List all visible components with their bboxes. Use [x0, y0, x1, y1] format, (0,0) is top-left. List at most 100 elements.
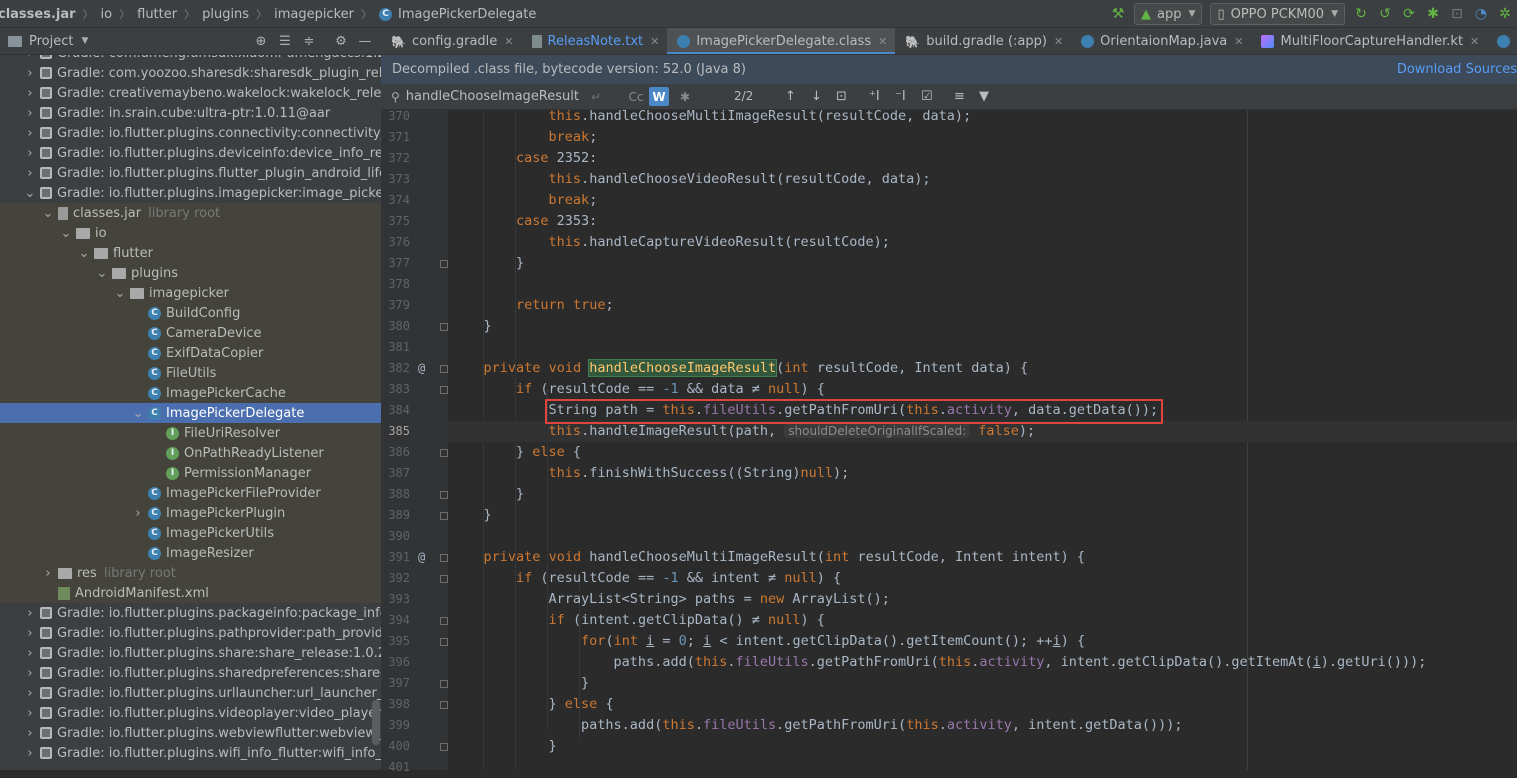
line-number[interactable]: 380 [381, 316, 410, 337]
line-number[interactable]: 377 [381, 253, 410, 274]
tree-item[interactable]: C ImageResizer [0, 543, 381, 563]
tree-item[interactable]: ⌄ Gradle: io.flutter.plugins.imagepicker:… [0, 183, 381, 203]
tree-item[interactable]: › res library root [0, 563, 381, 583]
tree-item[interactable]: ⌄ flutter [0, 243, 381, 263]
tree-item[interactable]: › Gradle: io.flutter.plugins.wifi_info_fl… [0, 743, 381, 763]
line-number[interactable]: 395 [381, 631, 410, 652]
line-number[interactable]: 391 [381, 547, 410, 568]
fold-marker-icon[interactable] [440, 680, 448, 688]
line-number[interactable]: 397 [381, 673, 410, 694]
tree-item[interactable]: › C ImagePickerPlugin [0, 503, 381, 523]
select-all-occurrences-icon[interactable]: ⊡ [836, 84, 847, 109]
arrow-down-icon[interactable]: ↓ [811, 84, 822, 109]
fold-marker-icon[interactable] [440, 449, 448, 457]
chevron-right-icon[interactable]: › [24, 726, 36, 741]
tree-item[interactable]: C ImagePickerCache [0, 383, 381, 403]
tree-item[interactable]: › Gradle: io.flutter.plugins.deviceinfo:d… [0, 143, 381, 163]
line-number[interactable]: 393 [381, 589, 410, 610]
tree-item[interactable]: › Gradle: io.flutter.plugins.webviewflutt… [0, 723, 381, 743]
editor-tab[interactable]: 🐘 config.gradle ✕ [381, 28, 522, 54]
override-marker-icon[interactable]: @ [418, 358, 425, 379]
tree-item[interactable]: › Gradle: io.flutter.plugins.share:share_… [0, 643, 381, 663]
chevron-right-icon[interactable]: › [24, 146, 36, 161]
tree-item[interactable]: › Gradle: creativemaybeno.wakelock:wakelo… [0, 83, 381, 103]
chevron-down-icon[interactable]: ⌄ [24, 186, 36, 201]
line-number[interactable]: 382 [381, 358, 410, 379]
chevron-down-icon[interactable]: ⌄ [78, 246, 90, 261]
line-number[interactable]: 388 [381, 484, 410, 505]
collapse-all-icon[interactable]: ≑ [297, 34, 321, 49]
expand-all-icon[interactable]: ☰ [273, 34, 297, 49]
locate-icon[interactable]: ⊕ [249, 34, 273, 49]
filter-icon[interactable]: ▼ [979, 84, 989, 109]
breadcrumb-item-jar[interactable]: classes.jar [0, 7, 76, 22]
device-select[interactable]: ▯ OPPO PCKM00 ▼ [1210, 3, 1345, 25]
tree-item[interactable]: › Gradle: in.srain.cube:ultra-ptr:1.0.11@… [0, 103, 381, 123]
fold-marker-icon[interactable] [440, 638, 448, 646]
line-number[interactable]: 370 [381, 106, 410, 127]
line-number[interactable]: 385 [381, 421, 410, 442]
line-number[interactable]: 399 [381, 715, 410, 736]
chevron-right-icon[interactable]: › [42, 566, 54, 581]
tree-item[interactable]: C ImagePickerFileProvider [0, 483, 381, 503]
close-icon[interactable]: ✕ [1054, 35, 1063, 48]
line-number[interactable]: 373 [381, 169, 410, 190]
project-view-select[interactable]: Project ▼ [8, 34, 88, 49]
hide-icon[interactable]: — [353, 34, 377, 49]
newline-icon[interactable]: ↵ [591, 90, 601, 104]
line-number[interactable]: 394 [381, 610, 410, 631]
chevron-right-icon[interactable]: › [24, 166, 36, 181]
chevron-right-icon[interactable]: › [24, 86, 36, 101]
chevron-right-icon[interactable]: › [24, 106, 36, 121]
line-number[interactable]: 389 [381, 505, 410, 526]
tree-item[interactable]: › Gradle: io.flutter.plugins.connectivity… [0, 123, 381, 143]
tree-item[interactable]: ⌄ io [0, 223, 381, 243]
tree-item[interactable]: I PermissionManager [0, 463, 381, 483]
chevron-right-icon[interactable]: › [24, 66, 36, 81]
download-sources-link[interactable]: Download Sources [1397, 62, 1517, 77]
chevron-right-icon[interactable]: › [24, 626, 36, 641]
line-number[interactable]: 398 [381, 694, 410, 715]
tree-item[interactable]: › Gradle: com.umeng.umsdk:xiaomi-umengacc… [0, 55, 381, 63]
tree-item[interactable]: C BuildConfig [0, 303, 381, 323]
tree-item[interactable]: C FileUtils [0, 363, 381, 383]
line-number[interactable]: 383 [381, 379, 410, 400]
chevron-right-icon[interactable]: › [24, 666, 36, 681]
chevron-right-icon[interactable]: › [24, 126, 36, 141]
chevron-down-icon[interactable]: ⌄ [42, 206, 54, 221]
fold-marker-icon[interactable] [440, 491, 448, 499]
run-configuration-select[interactable]: ▲ app ▼ [1134, 3, 1203, 25]
line-number[interactable]: 381 [381, 337, 410, 358]
arrow-up-icon[interactable]: ↑ [785, 84, 796, 109]
chevron-down-icon[interactable]: ⌄ [114, 286, 126, 301]
code-editor[interactable]: this.handleChooseMultiImageResult(result… [448, 110, 1517, 770]
tree-item[interactable]: C CameraDevice [0, 323, 381, 343]
tree-item[interactable]: ⌄ plugins [0, 263, 381, 283]
apply-code-changes-icon[interactable]: ⟳ [1397, 3, 1421, 25]
attach-debugger-icon[interactable]: ⊡ [1445, 3, 1469, 25]
chevron-down-icon[interactable]: ⌄ [60, 226, 72, 241]
breadcrumb-item-flutter[interactable]: flutter [137, 7, 177, 22]
line-number[interactable]: 375 [381, 211, 410, 232]
line-number[interactable]: 392 [381, 568, 410, 589]
line-number[interactable]: 386 [381, 442, 410, 463]
tree-item[interactable]: ⌄ imagepicker [0, 283, 381, 303]
line-number[interactable]: 384 [381, 400, 410, 421]
tree-scrollbar[interactable] [372, 700, 380, 745]
breadcrumb-item-imagepicker[interactable]: imagepicker [274, 7, 354, 22]
fold-marker-icon[interactable] [440, 512, 448, 520]
rerun-icon[interactable]: ↻ [1349, 3, 1373, 25]
close-icon[interactable]: ✕ [504, 35, 513, 48]
tree-item[interactable]: C ImagePickerUtils [0, 523, 381, 543]
chevron-right-icon[interactable]: › [24, 606, 36, 621]
match-case-toggle[interactable]: Cc [626, 87, 646, 106]
line-number[interactable]: 401 [381, 757, 410, 778]
bug-icon[interactable]: ✲ [1493, 3, 1517, 25]
fold-marker-icon[interactable] [440, 743, 448, 751]
debug-icon[interactable]: ✱ [1421, 3, 1445, 25]
search-input[interactable]: ⚲ handleChooseImageResult ↵ [381, 84, 621, 109]
line-number[interactable]: 371 [381, 127, 410, 148]
close-icon[interactable]: ✕ [1234, 35, 1243, 48]
chevron-right-icon[interactable]: › [24, 706, 36, 721]
remove-occurrence-icon[interactable]: ⁻I [895, 84, 906, 109]
